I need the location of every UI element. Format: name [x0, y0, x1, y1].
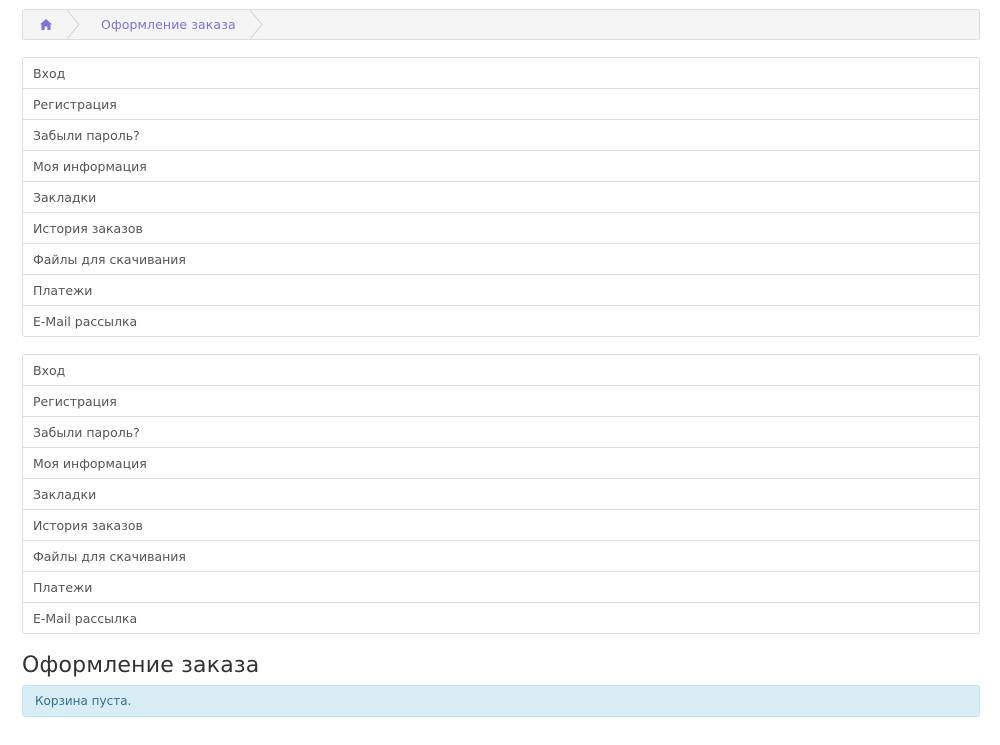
menu-item-newsletter[interactable]: E-Mail рассылка — [23, 602, 979, 633]
breadcrumb-home-link[interactable] — [23, 10, 67, 39]
menu-item-bookmarks[interactable]: Закладки — [23, 478, 979, 509]
page: Оформление заказа Вход Регистрация Забыл… — [22, 9, 980, 717]
menu-item-forgot-password[interactable]: Забыли пароль? — [23, 119, 979, 150]
menu-item-bookmarks[interactable]: Закладки — [23, 181, 979, 212]
empty-cart-alert: Корзина пуста. — [22, 685, 980, 717]
menu-item-login[interactable]: Вход — [23, 58, 979, 88]
breadcrumb-separator — [249, 10, 263, 39]
account-menu-secondary: Вход Регистрация Забыли пароль? Моя инфо… — [22, 354, 980, 634]
menu-item-register[interactable]: Регистрация — [23, 385, 979, 416]
menu-item-order-history[interactable]: История заказов — [23, 212, 979, 243]
menu-item-downloads[interactable]: Файлы для скачивания — [23, 540, 979, 571]
menu-item-order-history[interactable]: История заказов — [23, 509, 979, 540]
home-icon — [40, 15, 52, 34]
breadcrumb: Оформление заказа — [22, 9, 980, 40]
menu-item-my-info[interactable]: Моя информация — [23, 447, 979, 478]
menu-item-payments[interactable]: Платежи — [23, 571, 979, 602]
menu-item-my-info[interactable]: Моя информация — [23, 150, 979, 181]
menu-item-register[interactable]: Регистрация — [23, 88, 979, 119]
menu-item-downloads[interactable]: Файлы для скачивания — [23, 243, 979, 274]
menu-item-login[interactable]: Вход — [23, 355, 979, 385]
page-title: Оформление заказа — [22, 653, 260, 678]
menu-item-forgot-password[interactable]: Забыли пароль? — [23, 416, 979, 447]
breadcrumb-current-link[interactable]: Оформление заказа — [80, 10, 250, 39]
menu-item-newsletter[interactable]: E-Mail рассылка — [23, 305, 979, 336]
account-menu: Вход Регистрация Забыли пароль? Моя инфо… — [22, 57, 980, 337]
menu-item-payments[interactable]: Платежи — [23, 274, 979, 305]
breadcrumb-separator — [67, 10, 80, 39]
